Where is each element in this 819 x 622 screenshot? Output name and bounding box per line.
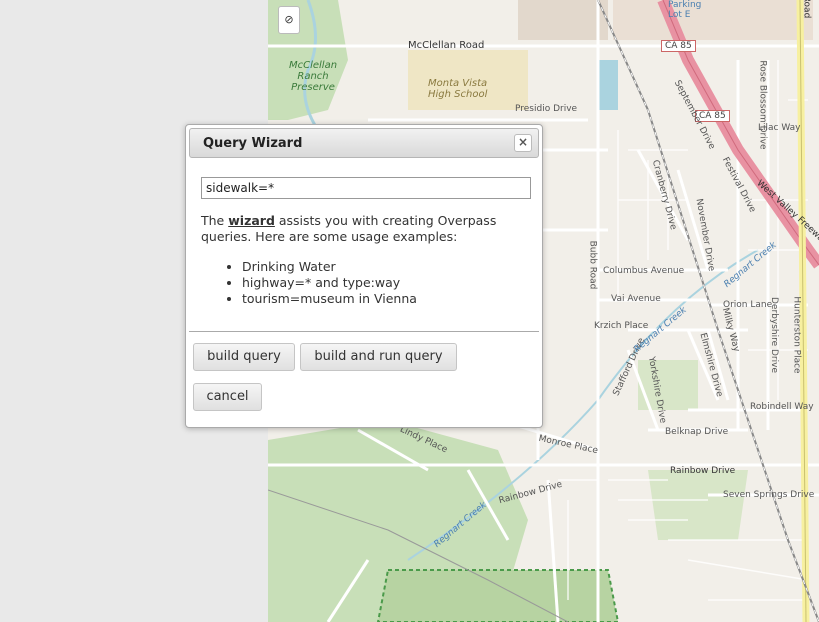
map-label: Vai Avenue: [611, 294, 661, 304]
map-label: Orion Lane: [723, 300, 773, 310]
map-label: Krzich Place: [594, 321, 649, 331]
map-label: CA 85: [661, 40, 696, 52]
desc-prefix: The: [201, 213, 229, 228]
map-label: McClellan Ranch Preserve: [288, 60, 338, 93]
map-label: Rainbow Drive: [670, 466, 736, 476]
map-label: Seven Springs Drive: [723, 490, 815, 500]
wizard-description: The wizard assists you with creating Ove…: [201, 213, 531, 245]
map-label: Rose Blossom Drive: [757, 60, 768, 150]
no-entry-icon: ⊘: [284, 13, 294, 26]
map-label: Bubb Road: [587, 240, 598, 290]
map-label: Hunterston Place: [791, 296, 802, 374]
query-wizard-dialog: Query Wizard × The wizard assists you wi…: [185, 124, 543, 428]
map-label: Belknap Drive: [665, 427, 729, 437]
dialog-title: Query Wizard: [203, 136, 303, 151]
list-item: Drinking Water: [242, 259, 417, 275]
build-query-button[interactable]: build query: [193, 343, 295, 371]
dialog-titlebar[interactable]: Query Wizard ×: [189, 128, 539, 158]
map-control-button[interactable]: ⊘: [278, 6, 300, 34]
dialog-divider: [189, 331, 539, 332]
query-input[interactable]: [201, 177, 531, 199]
map-label: Road: [801, 0, 812, 19]
map-label: Parking Lot E: [668, 0, 702, 20]
cancel-button[interactable]: cancel: [193, 383, 262, 411]
map-label: Presidio Drive: [515, 104, 578, 114]
map-label: Columbus Avenue: [603, 266, 685, 276]
list-item: highway=* and type:way: [242, 275, 417, 291]
close-icon: ×: [517, 135, 529, 149]
build-and-run-query-button[interactable]: build and run query: [300, 343, 457, 371]
map-label: McClellan Road: [408, 40, 485, 51]
close-button[interactable]: ×: [514, 134, 532, 152]
wizard-link[interactable]: wizard: [228, 213, 275, 228]
map-label: Derbyshire Drive: [769, 297, 779, 373]
map-label: Robindell Way: [750, 402, 814, 412]
examples-list: Drinking Water highway=* and type:way to…: [226, 259, 417, 307]
list-item: tourism=museum in Vienna: [242, 291, 417, 307]
map-label: Monta Vista High School: [428, 78, 488, 100]
